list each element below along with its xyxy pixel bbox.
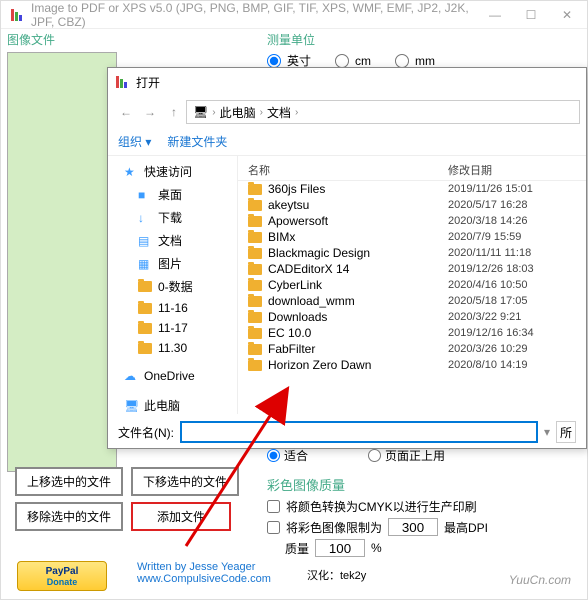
- file-row[interactable]: EC 10.02019/12/16 16:34: [238, 325, 586, 341]
- app-icon: [9, 7, 25, 23]
- file-row[interactable]: download_wmm2020/5/18 17:05: [238, 293, 586, 309]
- maximize-button[interactable]: ☐: [519, 8, 543, 22]
- sidebar-item-documents[interactable]: ▤文档: [108, 229, 237, 252]
- dialog-app-icon: [114, 74, 130, 90]
- folder-icon: [248, 328, 262, 339]
- sidebar-item-folder[interactable]: 0-数据: [108, 275, 237, 298]
- sidebar: ★快速访问 ■桌面 ↓下载 ▤文档 ▦图片 0-数据 11-16 11-17 1…: [108, 156, 238, 414]
- radio-cm[interactable]: cm: [335, 54, 371, 68]
- nav-up-icon[interactable]: ↑: [162, 100, 186, 124]
- quality-input[interactable]: [315, 539, 365, 557]
- sidebar-item-downloads[interactable]: ↓下载: [108, 206, 237, 229]
- folder-icon: [248, 216, 262, 227]
- folder-icon: [248, 248, 262, 259]
- color-quality-label: 彩色图像质量: [267, 475, 488, 494]
- folder-icon: [248, 296, 262, 307]
- radio-mm[interactable]: mm: [395, 54, 435, 68]
- folder-icon: [248, 280, 262, 291]
- folder-icon: [248, 312, 262, 323]
- file-row[interactable]: Apowersoft2020/3/18 14:26: [238, 213, 586, 229]
- open-dialog: 打开 ← → ↑ 🖥 › 此电脑 › 文档 › 组织 ▾ 新建文件夹 ★快速访问…: [107, 67, 587, 449]
- sidebar-item-folder[interactable]: 11.30: [108, 338, 237, 358]
- file-list: 名称 修改日期 360js Files2019/11/26 15:01akeyt…: [238, 156, 586, 414]
- file-row[interactable]: Horizon Zero Dawn2020/8/10 14:19: [238, 357, 586, 373]
- sidebar-quick-access[interactable]: ★快速访问: [108, 160, 237, 183]
- folder-icon: [248, 360, 262, 371]
- dialog-title: 打开: [136, 74, 160, 91]
- sidebar-thispc[interactable]: 🖥此电脑: [108, 394, 237, 414]
- credits: Written by Jesse Yeager www.CompulsiveCo…: [137, 561, 271, 585]
- paypal-donate-button[interactable]: PayPal Donate: [17, 561, 107, 591]
- measure-unit-label: 测量单位: [267, 31, 435, 48]
- radio-fit-top[interactable]: 页面正上用: [368, 447, 445, 464]
- bc-docs[interactable]: 文档: [267, 104, 291, 121]
- file-row[interactable]: FabFilter2020/3/26 10:29: [238, 341, 586, 357]
- pc-icon: 🖥: [193, 105, 208, 119]
- dpi-input[interactable]: [388, 518, 438, 536]
- watermark: YuuCn.com: [509, 573, 571, 587]
- filename-input[interactable]: [180, 421, 538, 443]
- folder-icon: [248, 232, 262, 243]
- window-title: Image to PDF or XPS v5.0 (JPG, PNG, BMP,…: [31, 1, 483, 29]
- sidebar-item-desktop[interactable]: ■桌面: [108, 183, 237, 206]
- image-list-box[interactable]: [7, 52, 117, 472]
- minimize-button[interactable]: —: [483, 8, 507, 22]
- file-row[interactable]: BIMx2020/7/9 15:59: [238, 229, 586, 245]
- add-file-button[interactable]: 添加文件: [131, 502, 231, 531]
- nav-fwd-icon[interactable]: →: [138, 100, 162, 124]
- file-row[interactable]: 360js Files2019/11/26 15:01: [238, 181, 586, 197]
- filename-label: 文件名(N):: [118, 424, 174, 441]
- file-row[interactable]: Blackmagic Design2020/11/11 11:18: [238, 245, 586, 261]
- filetype-dropdown[interactable]: 所: [556, 421, 576, 443]
- limit-dpi-checkbox[interactable]: [267, 521, 280, 534]
- sidebar-item-pictures[interactable]: ▦图片: [108, 252, 237, 275]
- move-up-button[interactable]: 上移选中的文件: [15, 467, 123, 496]
- sidebar-item-folder[interactable]: 11-16: [108, 298, 237, 318]
- image-files-label: 图像文件: [7, 31, 117, 48]
- close-button[interactable]: ✕: [555, 8, 579, 22]
- cmyk-checkbox[interactable]: [267, 500, 280, 513]
- nav-back-icon[interactable]: ←: [114, 100, 138, 124]
- title-bar: Image to PDF or XPS v5.0 (JPG, PNG, BMP,…: [1, 1, 587, 29]
- sidebar-onedrive[interactable]: ☁OneDrive: [108, 366, 237, 386]
- folder-icon: [248, 184, 262, 195]
- remove-button[interactable]: 移除选中的文件: [15, 502, 123, 531]
- file-row[interactable]: CADEditorX 142019/12/26 18:03: [238, 261, 586, 277]
- file-row[interactable]: CyberLink2020/4/16 10:50: [238, 277, 586, 293]
- new-folder-button[interactable]: 新建文件夹: [167, 133, 227, 150]
- credits-cn: 汉化：tek2y: [307, 567, 366, 583]
- folder-icon: [248, 344, 262, 355]
- breadcrumb[interactable]: 🖥 › 此电脑 › 文档 ›: [186, 100, 580, 124]
- file-row[interactable]: Downloads2020/3/22 9:21: [238, 309, 586, 325]
- file-row[interactable]: akeytsu2020/5/17 16:28: [238, 197, 586, 213]
- sidebar-item-folder[interactable]: 11-17: [108, 318, 237, 338]
- col-date-header[interactable]: 修改日期: [448, 162, 576, 178]
- col-name-header[interactable]: 名称: [248, 162, 448, 178]
- bc-pc[interactable]: 此电脑: [220, 104, 256, 121]
- organize-dropdown[interactable]: 组织 ▾: [118, 133, 151, 150]
- move-down-button[interactable]: 下移选中的文件: [131, 467, 239, 496]
- folder-icon: [248, 200, 262, 211]
- folder-icon: [248, 264, 262, 275]
- radio-fit[interactable]: 适合: [267, 447, 308, 464]
